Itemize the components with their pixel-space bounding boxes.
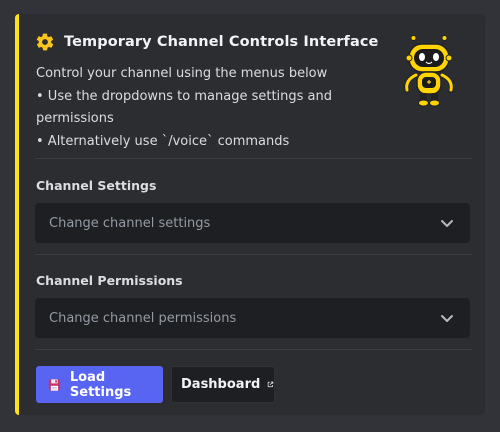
- embed-description: Control your channel using the menus bel…: [36, 63, 366, 153]
- embed-accent-bar: [15, 14, 19, 415]
- description-line: permissions: [36, 111, 114, 126]
- divider: [35, 158, 472, 159]
- divider: [35, 254, 472, 255]
- floppy-disk-icon: [48, 378, 61, 391]
- external-link-icon: [268, 381, 274, 388]
- channel-settings-placeholder: Change channel settings: [49, 215, 211, 231]
- description-line: • Alternatively use `/voice` commands: [36, 133, 290, 149]
- divider: [35, 349, 472, 350]
- dashboard-button[interactable]: Dashboard: [171, 366, 275, 403]
- dashboard-label: Dashboard: [181, 377, 261, 392]
- load-settings-label: Load Settings: [69, 369, 132, 400]
- embed-title: Temporary Channel Controls Interface: [64, 34, 379, 50]
- channel-permissions-label: Channel Permissions: [36, 273, 183, 288]
- channel-settings-label: Channel Settings: [36, 178, 157, 193]
- channel-settings-dropdown[interactable]: Change channel settings: [35, 203, 470, 243]
- robot-mascot-image: [404, 35, 454, 107]
- load-settings-button[interactable]: Load Settings: [36, 366, 163, 403]
- channel-permissions-dropdown[interactable]: Change channel permissions: [35, 298, 470, 338]
- description-line: • Use the dropdowns to manage settings a…: [36, 88, 333, 104]
- description-line: Control your channel using the menus bel…: [36, 66, 328, 81]
- gear-icon: [36, 33, 54, 51]
- channel-controls-embed: Temporary Channel Controls Interface Con…: [15, 14, 485, 415]
- channel-permissions-placeholder: Change channel permissions: [49, 310, 237, 326]
- chevron-down-icon: [441, 315, 453, 322]
- embed-title-row: Temporary Channel Controls Interface: [35, 32, 378, 52]
- chevron-down-icon: [441, 220, 453, 227]
